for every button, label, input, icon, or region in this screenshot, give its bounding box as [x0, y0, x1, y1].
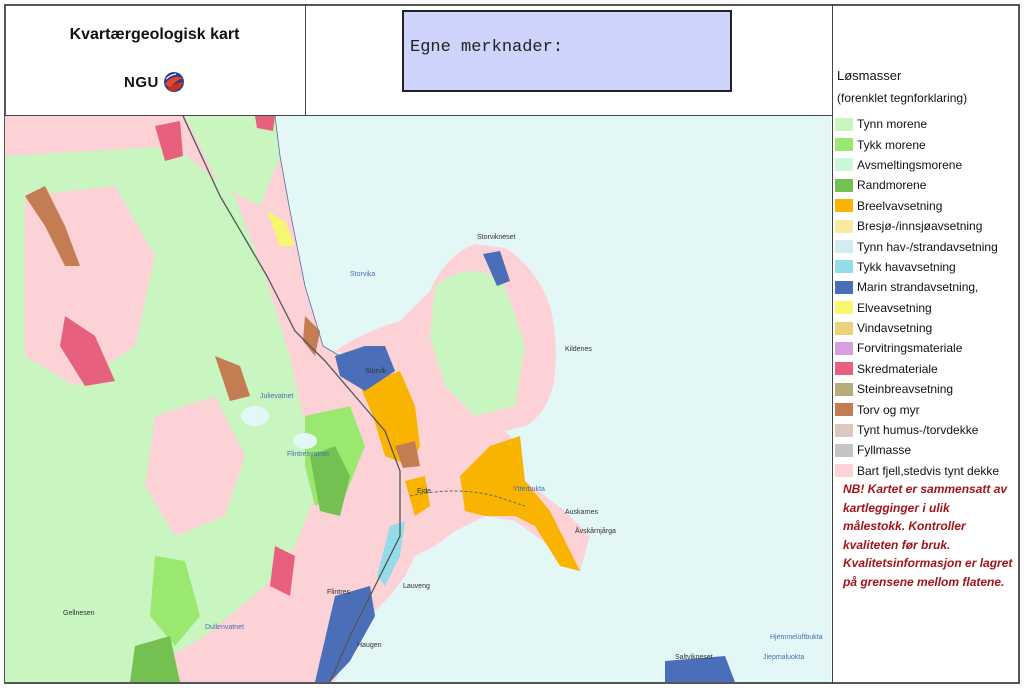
legend-item: Tynn hav-/strandavsetning: [835, 236, 1021, 256]
legend-item: Randmorene: [835, 175, 1021, 195]
place-label: Haugen: [357, 642, 382, 649]
legend-item-label: Tynt humus-/torvdekke: [857, 423, 979, 438]
legend-note: NB! Kartet er sammensatt av kartlegginge…: [843, 482, 1013, 589]
lake: [293, 433, 317, 449]
map-canvas: [5, 116, 831, 682]
legend-swatch: [835, 403, 853, 417]
legend-item-label: Skredmateriale: [857, 361, 938, 376]
legend-item-label: Bart fjell,stedvis tynt dekke: [857, 463, 1000, 478]
legend-swatch: [835, 117, 853, 131]
place-label: Flintresvatnet: [287, 451, 330, 458]
legend-item-label: Steinbreavsetning: [857, 382, 954, 397]
legend-item-label: Forvitringsmateriale: [857, 341, 963, 356]
place-label: Storvika: [350, 271, 376, 278]
legend-item-label: Tykk morene: [857, 137, 926, 152]
legend-swatch: [835, 240, 853, 254]
legend-item-label: Torv og myr: [857, 402, 920, 417]
legend-item-label: Breelvavsetning: [857, 198, 943, 213]
place-label: Kildenes: [565, 346, 592, 353]
legend-item: Breelvavsetning: [835, 196, 1021, 216]
legend-swatch: [835, 423, 853, 437]
legend-swatch: [835, 158, 853, 172]
legend-list: Tynn morene Tykk morene Avsmeltingsmorene R…: [835, 114, 1021, 481]
legend-item: Elveavsetning: [835, 298, 1021, 318]
legend-item: Tynn morene: [835, 114, 1021, 134]
legend-subtitle: (forenklet tegnforklaring): [837, 91, 968, 105]
legend-item-label: Avsmeltingsmorene: [857, 157, 963, 172]
ngu-globe-icon: [163, 72, 184, 92]
place-label: Lauveng: [403, 583, 430, 590]
legend-swatch: [835, 362, 853, 376]
place-label: Auskarnes: [565, 509, 599, 516]
legend-swatch: [835, 260, 853, 274]
ngu-logo: NGU: [124, 70, 186, 94]
legend-item: Avsmeltingsmorene: [835, 155, 1021, 175]
place-label: Åvskårnjårga: [575, 528, 616, 535]
place-label: Saltvikneset: [675, 654, 713, 661]
legend-swatch: [835, 138, 853, 152]
legend-swatch: [835, 321, 853, 335]
legend-item: Tynt humus-/torvdekke: [835, 420, 1021, 440]
legend-item-label: Marin strandavsetning,: [857, 280, 979, 295]
legend-item-label: Tynn hav-/strandavsetning: [857, 239, 998, 254]
legend-swatch: [835, 382, 853, 396]
place-label: Storvikneset: [477, 234, 516, 241]
legend-item-label: Tykk havavsetning: [857, 259, 956, 274]
legend-panel: Løsmasser (forenklet tegnforklaring) Tyn…: [832, 4, 1020, 684]
legend-item: Tykk havavsetning: [835, 257, 1021, 277]
legend-swatch: [835, 199, 853, 213]
lake: [241, 406, 269, 426]
legend-item-label: Bresjø-/innsjøavsetning: [857, 219, 983, 234]
place-label: Hjemmeluftbukta: [770, 634, 823, 641]
legend-item-label: Elveavsetning: [857, 300, 932, 315]
legend-item-label: Tynn morene: [857, 117, 928, 132]
legend-item-label: Vindavsetning: [857, 321, 933, 336]
place-label: Ytterbukta: [513, 486, 545, 493]
legend-swatch: [835, 178, 853, 192]
place-label: Jiepmaluokta: [763, 654, 805, 661]
legend-item: Tykk morene: [835, 134, 1021, 154]
legend-item: Vindavsetning: [835, 318, 1021, 338]
legend-item: Torv og myr: [835, 399, 1021, 419]
ngu-logo-text: NGU: [124, 73, 159, 91]
legend-swatch: [835, 464, 853, 478]
legend-swatch: [835, 443, 853, 457]
notes-label: Egne merknader:: [410, 38, 564, 57]
title-box: Kvartærgeologisk kart NGU: [4, 4, 306, 116]
legend-item: Bresjø-/innsjøavsetning: [835, 216, 1021, 236]
legend-swatch: [835, 301, 853, 315]
legend-item-label: Fyllmasse: [857, 443, 912, 458]
legend-item-label: Randmorene: [857, 178, 927, 193]
map-title: Kvartærgeologisk kart: [69, 26, 240, 43]
legend-item: Fyllmasse: [835, 440, 1021, 460]
place-label: Julievatnet: [260, 393, 294, 400]
place-label: Dullenvatnet: [205, 624, 244, 631]
legend-swatch: [835, 280, 853, 294]
notes-box[interactable]: Egne merknader:: [402, 10, 732, 92]
legend-item: Steinbreavsetning: [835, 379, 1021, 399]
place-label: Gellnesen: [63, 610, 95, 617]
place-label: Flintres: [327, 589, 350, 596]
place-label: Eide: [417, 488, 432, 495]
legend-item: Skredmateriale: [835, 359, 1021, 379]
place-label: Storvik: [365, 368, 387, 375]
legend-item: Marin strandavsetning,: [835, 277, 1021, 297]
legend-swatch: [835, 341, 853, 355]
legend-item: Bart fjell,stedvis tynt dekke: [835, 461, 1021, 481]
map-area[interactable]: Storvikneset Storvika Kildenes Storvik J…: [5, 116, 831, 682]
legend-item: Forvitringsmateriale: [835, 338, 1021, 358]
legend-title: Løsmasser: [837, 68, 902, 83]
legend-swatch: [835, 219, 853, 233]
